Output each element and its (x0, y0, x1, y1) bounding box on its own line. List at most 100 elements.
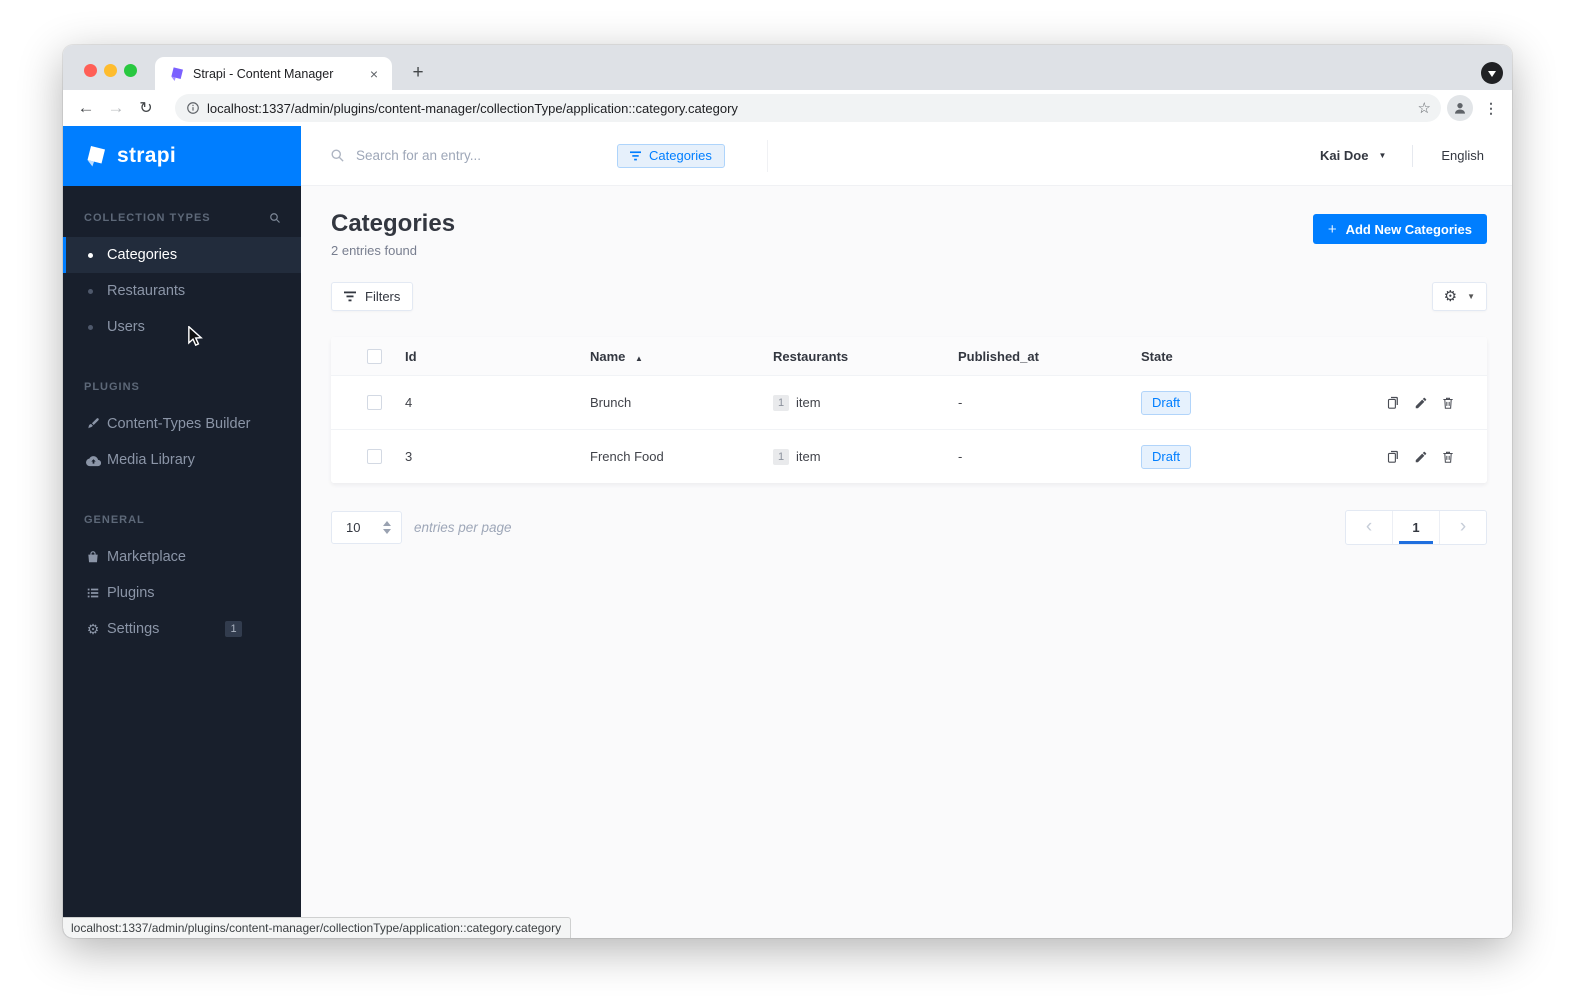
edit-icon[interactable] (1412, 448, 1429, 465)
stepper-icon (383, 521, 391, 534)
section-title-label: COLLECTION TYPES (84, 212, 211, 224)
general-list: Marketplace Plugins ⚙ Settings 1 (63, 539, 301, 647)
section-title-general: GENERAL (63, 514, 301, 526)
column-header-state[interactable]: State (1141, 349, 1347, 364)
chevron-down-icon[interactable]: ▼ (1378, 151, 1386, 160)
language-selector[interactable]: English (1441, 148, 1484, 163)
add-button-label: Add New Categories (1345, 221, 1472, 237)
chevron-down-icon (1488, 70, 1496, 77)
sidebar-item-label: Plugins (107, 585, 155, 601)
column-header-name[interactable]: Name ▲ (590, 349, 773, 364)
section-title-label: GENERAL (84, 514, 145, 526)
page-info-icon[interactable] (186, 101, 200, 115)
next-page-button[interactable]: › (1439, 511, 1486, 544)
select-all-checkbox[interactable] (367, 348, 382, 364)
cloud-upload-icon (85, 452, 101, 468)
entries-per-page-select[interactable]: 10 (331, 511, 402, 544)
duplicate-icon[interactable] (1385, 394, 1402, 411)
user-divider (1412, 144, 1414, 167)
back-button[interactable]: ← (71, 98, 101, 118)
search-icon[interactable] (269, 212, 281, 224)
column-label: Name (590, 348, 626, 364)
previous-page-button[interactable]: ‹ (1346, 511, 1392, 544)
sidebar-item-content-types-builder[interactable]: Content-Types Builder (63, 406, 301, 442)
sidebar-item-plugins[interactable]: Plugins (63, 575, 301, 611)
section-title-label: PLUGINS (84, 381, 140, 393)
collection-types-list: Categories Restaurants Users (63, 237, 301, 345)
search-input[interactable] (356, 148, 606, 163)
sidebar: strapi COLLECTION TYPES Categories Resta… (63, 126, 301, 938)
cell-name: Brunch (590, 395, 632, 410)
bookmark-star-icon[interactable]: ☆ (1418, 99, 1431, 117)
settings-badge: 1 (225, 621, 242, 637)
tab-close-icon[interactable]: × (366, 65, 382, 83)
zoom-window-button[interactable] (124, 64, 137, 77)
delete-icon[interactable] (1439, 394, 1456, 411)
add-new-categories-button[interactable]: + Add New Categories (1312, 214, 1487, 244)
bullet-icon (88, 324, 93, 330)
filters-button[interactable]: Filters (331, 282, 414, 311)
column-header-id[interactable]: Id (405, 349, 590, 364)
entries-table: Id Name ▲ Restaurants Published_at State… (331, 337, 1487, 483)
state-badge: Draft (1141, 444, 1192, 469)
entry-search: Categories (301, 143, 767, 168)
cell-name: French Food (590, 449, 664, 464)
cell-restaurants: 1 item (773, 394, 958, 411)
sidebar-item-label: Marketplace (107, 549, 186, 565)
row-checkbox[interactable] (367, 395, 382, 410)
minimize-window-button[interactable] (104, 64, 117, 77)
downloads-indicator-icon[interactable] (1481, 62, 1503, 84)
strapi-admin: strapi COLLECTION TYPES Categories Resta… (63, 126, 1512, 938)
sidebar-item-marketplace[interactable]: Marketplace (63, 539, 301, 575)
row-checkbox-cell (331, 449, 405, 464)
duplicate-icon[interactable] (1385, 448, 1402, 465)
sidebar-item-users[interactable]: Users (63, 309, 301, 345)
close-window-button[interactable] (84, 64, 97, 77)
sidebar-item-restaurants[interactable]: Restaurants (63, 273, 301, 309)
url-text: localhost:1337/admin/plugins/content-man… (207, 100, 738, 116)
edit-icon[interactable] (1412, 394, 1429, 411)
chevron-down-icon (383, 529, 391, 534)
table-row[interactable]: 3 French Food 1 item - Draft (331, 429, 1487, 483)
sidebar-item-media-library[interactable]: Media Library (63, 442, 301, 478)
chip-label: Categories (649, 148, 712, 163)
browser-tab-strip: Strapi - Content Manager × + (63, 45, 1512, 90)
entries-per-page-value: 10 (346, 520, 361, 535)
content-type-chip[interactable]: Categories (617, 143, 725, 168)
table-row[interactable]: 4 Brunch 1 item - Draft (331, 375, 1487, 429)
new-tab-button[interactable]: + (406, 63, 430, 83)
filter-icon (344, 291, 356, 302)
browser-profile-avatar[interactable] (1447, 95, 1473, 121)
reload-button[interactable]: ↻ (131, 98, 161, 118)
count-badge: 1 (773, 448, 789, 465)
table-settings-button[interactable]: ⚙ ▼ (1431, 282, 1487, 311)
sidebar-item-label: Settings (107, 621, 160, 637)
mouse-cursor (188, 326, 203, 346)
sidebar-item-categories[interactable]: Categories (63, 237, 301, 273)
column-header-restaurants[interactable]: Restaurants (773, 349, 958, 364)
forward-button[interactable]: → (101, 98, 131, 118)
page-title: Categories (331, 210, 456, 237)
strapi-logo[interactable]: strapi (63, 126, 301, 186)
row-checkbox[interactable] (367, 449, 382, 464)
shopping-bag-icon (85, 549, 101, 565)
desktop: Strapi - Content Manager × + ← → ↻ local… (0, 0, 1580, 1000)
browser-menu-icon[interactable]: ⋮ (1484, 99, 1498, 117)
cell-published-at: - (958, 449, 963, 464)
page-header: Categories 2 entries found + Add New Cat… (331, 210, 1487, 258)
chevron-up-icon (383, 521, 391, 526)
user-zone: Kai Doe ▼ English (1320, 144, 1512, 167)
sidebar-item-label: Media Library (107, 452, 195, 468)
search-icon (331, 149, 344, 162)
page-number[interactable]: 1 (1392, 511, 1439, 544)
sidebar-item-settings[interactable]: ⚙ Settings 1 (63, 611, 301, 647)
address-bar[interactable]: localhost:1337/admin/plugins/content-man… (175, 94, 1441, 122)
table-footer: 10 entries per page ‹ 1 › (331, 510, 1487, 545)
person-icon (1455, 103, 1465, 114)
user-menu[interactable]: Kai Doe (1320, 148, 1368, 163)
browser-tab[interactable]: Strapi - Content Manager × (155, 57, 392, 90)
cell-restaurants: 1 item (773, 448, 958, 465)
column-header-published-at[interactable]: Published_at (958, 349, 1141, 364)
row-checkbox-cell (331, 395, 405, 410)
delete-icon[interactable] (1439, 448, 1456, 465)
